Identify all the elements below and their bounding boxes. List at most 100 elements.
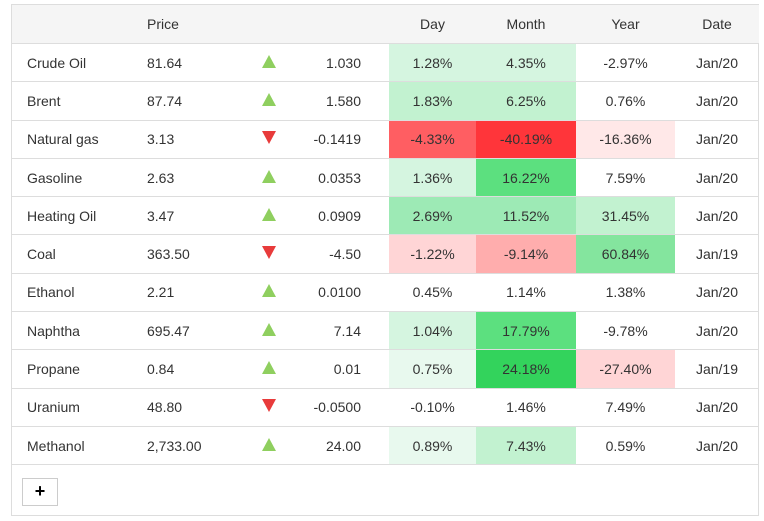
- year-change: 7.59%: [576, 158, 675, 198]
- price: 363.50: [145, 234, 245, 274]
- day-change: -4.33%: [389, 120, 476, 159]
- date: Jan/19: [675, 349, 759, 389]
- change: 24.00: [292, 426, 389, 466]
- header-row: Price Day Month Year Date: [12, 5, 759, 44]
- trend-arrow: [245, 234, 292, 274]
- arrow-down-icon: [261, 246, 276, 260]
- trend-arrow: [245, 120, 292, 159]
- month-change: 11.52%: [476, 196, 576, 236]
- year-change: -9.78%: [576, 311, 675, 351]
- month-change: 24.18%: [476, 349, 576, 389]
- price: 48.80: [145, 388, 245, 427]
- table-row[interactable]: Propane 0.84 0.01 0.75% 24.18% -27.40% Jan/19: [12, 349, 759, 389]
- table-row[interactable]: Uranium 48.80 -0.0500 -0.10% 1.46% 7.49% Jan/2…: [12, 388, 759, 427]
- table-row[interactable]: Methanol 2,733.00 24.00 0.89% 7.43% 0.59% Jan/…: [12, 426, 759, 466]
- commodity-name: Uranium: [12, 388, 145, 427]
- change: 0.0353: [292, 158, 389, 198]
- year-change: 0.76%: [576, 81, 675, 121]
- trend-arrow: [245, 273, 292, 313]
- day-change: 2.69%: [389, 196, 476, 236]
- year-change: 0.59%: [576, 426, 675, 466]
- arrow-up-icon: [261, 207, 276, 221]
- header-arrow: [245, 5, 292, 44]
- table-row[interactable]: Natural gas 3.13 -0.1419 -4.33% -40.19% -16.3…: [12, 120, 759, 159]
- commodity-name: Coal: [12, 234, 145, 274]
- change: 1.580: [292, 81, 389, 121]
- change: 0.0909: [292, 196, 389, 236]
- commodity-name: Naphtha: [12, 311, 145, 351]
- price: 87.74: [145, 81, 245, 121]
- day-change: 1.36%: [389, 158, 476, 198]
- day-change: 1.28%: [389, 43, 476, 83]
- table-row[interactable]: Ethanol 2.21 0.0100 0.45% 1.14% 1.38% Jan/20: [12, 273, 759, 313]
- price: 2,733.00: [145, 426, 245, 466]
- day-change: 0.45%: [389, 273, 476, 313]
- header-name[interactable]: [12, 5, 145, 44]
- day-change: -0.10%: [389, 388, 476, 427]
- price: 2.21: [145, 273, 245, 313]
- arrow-up-icon: [261, 437, 276, 451]
- month-change: 1.14%: [476, 273, 576, 313]
- table-row[interactable]: Coal 363.50 -4.50 -1.22% -9.14% 60.84% Jan/19: [12, 234, 759, 274]
- year-change: -27.40%: [576, 349, 675, 389]
- date: Jan/20: [675, 273, 759, 313]
- price: 81.64: [145, 43, 245, 83]
- add-row-button[interactable]: +: [22, 478, 58, 506]
- header-month[interactable]: Month: [476, 5, 576, 44]
- arrow-down-icon: [261, 131, 276, 145]
- trend-arrow: [245, 81, 292, 121]
- change: -4.50: [292, 234, 389, 274]
- day-change: -1.22%: [389, 234, 476, 274]
- month-change: 16.22%: [476, 158, 576, 198]
- header-year[interactable]: Year: [576, 5, 675, 44]
- commodities-panel: Price Day Month Year Date Crude Oil 81.64…: [11, 4, 759, 516]
- month-change: 7.43%: [476, 426, 576, 466]
- arrow-up-icon: [261, 92, 276, 106]
- trend-arrow: [245, 311, 292, 351]
- commodity-name: Brent: [12, 81, 145, 121]
- date: Jan/19: [675, 234, 759, 274]
- month-change: -9.14%: [476, 234, 576, 274]
- day-change: 0.75%: [389, 349, 476, 389]
- year-change: 60.84%: [576, 234, 675, 274]
- year-change: -2.97%: [576, 43, 675, 83]
- table-row[interactable]: Gasoline 2.63 0.0353 1.36% 16.22% 7.59% Jan/20: [12, 158, 759, 198]
- header-date[interactable]: Date: [675, 5, 759, 44]
- change: -0.0500: [292, 388, 389, 427]
- year-change: 7.49%: [576, 388, 675, 427]
- commodity-name: Propane: [12, 349, 145, 389]
- plus-icon: +: [34, 481, 46, 501]
- price: 2.63: [145, 158, 245, 198]
- trend-arrow: [245, 388, 292, 427]
- trend-arrow: [245, 196, 292, 236]
- change: 0.0100: [292, 273, 389, 313]
- arrow-up-icon: [261, 284, 276, 298]
- year-change: -16.36%: [576, 120, 675, 159]
- trend-arrow: [245, 426, 292, 466]
- trend-arrow: [245, 158, 292, 198]
- month-change: 6.25%: [476, 81, 576, 121]
- year-change: 1.38%: [576, 273, 675, 313]
- day-change: 1.83%: [389, 81, 476, 121]
- header-change[interactable]: [292, 5, 389, 44]
- header-price[interactable]: Price: [145, 5, 245, 44]
- price: 0.84: [145, 349, 245, 389]
- commodity-name: Heating Oil: [12, 196, 145, 236]
- header-day[interactable]: Day: [389, 5, 476, 44]
- commodity-name: Ethanol: [12, 273, 145, 313]
- table-row[interactable]: Crude Oil 81.64 1.030 1.28% 4.35% -2.97% Jan/2…: [12, 43, 759, 83]
- month-change: 17.79%: [476, 311, 576, 351]
- table-row[interactable]: Heating Oil 3.47 0.0909 2.69% 11.52% 31.45% Ja…: [12, 196, 759, 236]
- commodity-name: Natural gas: [12, 120, 145, 159]
- arrow-up-icon: [261, 169, 276, 183]
- date: Jan/20: [675, 43, 759, 83]
- date: Jan/20: [675, 311, 759, 351]
- table-row[interactable]: Naphtha 695.47 7.14 1.04% 17.79% -9.78% Jan/20: [12, 311, 759, 351]
- price: 3.47: [145, 196, 245, 236]
- year-change: 31.45%: [576, 196, 675, 236]
- arrow-up-icon: [261, 361, 276, 375]
- change: 1.030: [292, 43, 389, 83]
- arrow-up-icon: [261, 322, 276, 336]
- table-row[interactable]: Brent 87.74 1.580 1.83% 6.25% 0.76% Jan/20: [12, 81, 759, 121]
- day-change: 1.04%: [389, 311, 476, 351]
